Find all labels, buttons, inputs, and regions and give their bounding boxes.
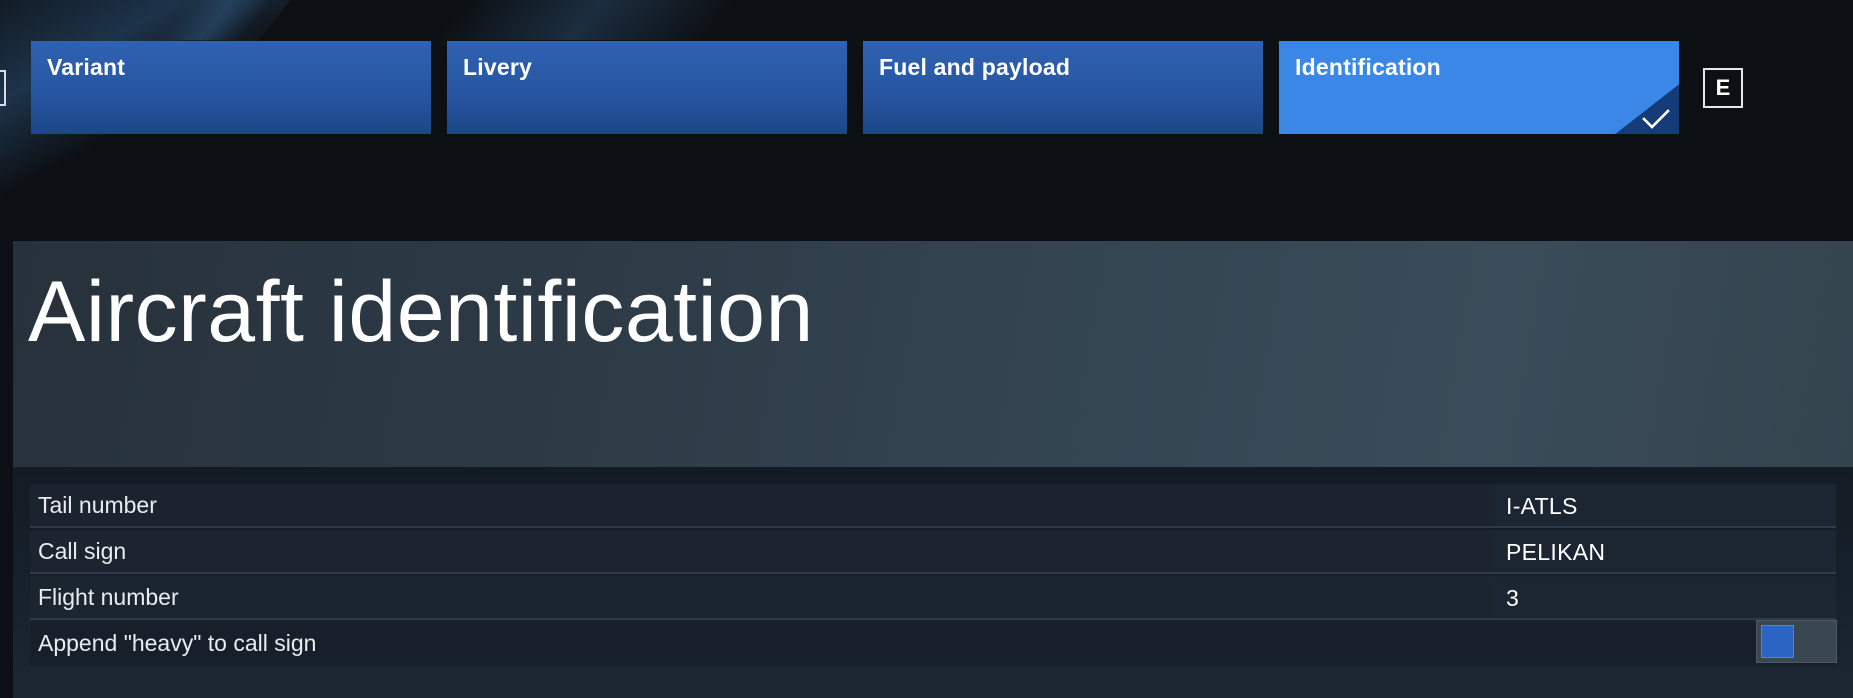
setting-label: Call sign [38,538,127,564]
background-stripe [159,0,281,40]
identification-settings: Tail number I-ATLS Call sign PELIKAN Fli… [13,467,1853,698]
tail-number-value: I-ATLS [1506,493,1578,519]
call-sign-value: PELIKAN [1506,539,1606,565]
setting-row-append-heavy[interactable]: Append "heavy" to call sign [30,622,1836,666]
flight-number-field[interactable]: 3 [1494,578,1836,618]
setting-row-tail-number[interactable]: Tail number I-ATLS [30,484,1836,528]
page-title: Aircraft identification [28,264,814,360]
tab-label: Fuel and payload [879,54,1071,80]
checkmark-icon [1642,109,1670,129]
setting-label: Append "heavy" to call sign [38,630,317,656]
tab-label: Livery [463,54,532,80]
tail-number-field[interactable]: I-ATLS [1494,486,1836,526]
tab-label: Identification [1295,54,1441,80]
tab-identification[interactable]: Identification [1279,41,1679,134]
tab-label: Variant [47,54,126,80]
tab-fuel-and-payload[interactable]: Fuel and payload [863,41,1263,134]
call-sign-field[interactable]: PELIKAN [1494,532,1836,572]
setting-row-flight-number[interactable]: Flight number 3 [30,576,1836,620]
append-heavy-toggle[interactable] [1756,620,1837,663]
setting-label: Tail number [38,492,157,518]
tab-variant[interactable]: Variant [31,41,431,134]
setting-row-call-sign[interactable]: Call sign PELIKAN [30,530,1836,574]
background-stripe [429,0,751,40]
previous-key-hint[interactable] [0,70,6,106]
setting-label: Flight number [38,584,179,610]
tab-livery[interactable]: Livery [447,41,847,134]
next-tab-key-hint[interactable]: E [1703,68,1743,108]
toggle-knob [1761,625,1794,658]
page-header: Aircraft identification [13,241,1853,467]
flight-number-value: 3 [1506,585,1520,611]
